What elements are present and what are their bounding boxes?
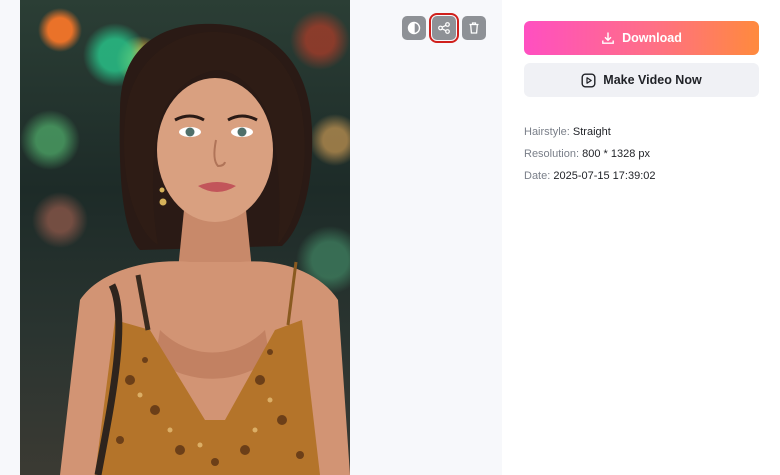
- image-details: Hairstyle: Straight Resolution: 800 * 13…: [524, 121, 759, 187]
- delete-button[interactable]: [462, 16, 486, 40]
- image-action-toolbar: [402, 13, 486, 43]
- make-video-button[interactable]: Make Video Now: [524, 63, 759, 97]
- hairstyle-row: Hairstyle: Straight: [524, 121, 759, 143]
- share-icon: [438, 22, 450, 34]
- resolution-value: 800 * 1328 px: [582, 148, 650, 160]
- portrait-illustration: [60, 23, 350, 475]
- preview-pane: [0, 0, 502, 475]
- download-icon: [602, 32, 615, 44]
- resolution-label: Resolution:: [524, 148, 580, 160]
- download-button[interactable]: Download: [524, 21, 759, 55]
- download-label: Download: [622, 31, 682, 45]
- hairstyle-value: Straight: [572, 126, 611, 138]
- trash-icon: [469, 22, 479, 34]
- compare-button[interactable]: [402, 16, 426, 40]
- make-video-label: Make Video Now: [603, 73, 702, 87]
- compare-icon: [407, 21, 421, 35]
- result-side-panel: Download Make Video Now Hairstyle: Strai…: [524, 21, 759, 187]
- hairstyle-label: Hairstyle:: [524, 126, 570, 138]
- generated-portrait-image[interactable]: [20, 0, 350, 475]
- share-button[interactable]: [429, 13, 459, 43]
- date-row: Date: 2025-07-15 17:39:02: [524, 165, 759, 187]
- video-play-icon: [581, 73, 596, 88]
- result-page: Download Make Video Now Hairstyle: Strai…: [0, 0, 780, 475]
- date-value: 2025-07-15 17:39:02: [553, 170, 656, 182]
- resolution-row: Resolution: 800 * 1328 px: [524, 143, 759, 165]
- date-label: Date:: [524, 170, 551, 182]
